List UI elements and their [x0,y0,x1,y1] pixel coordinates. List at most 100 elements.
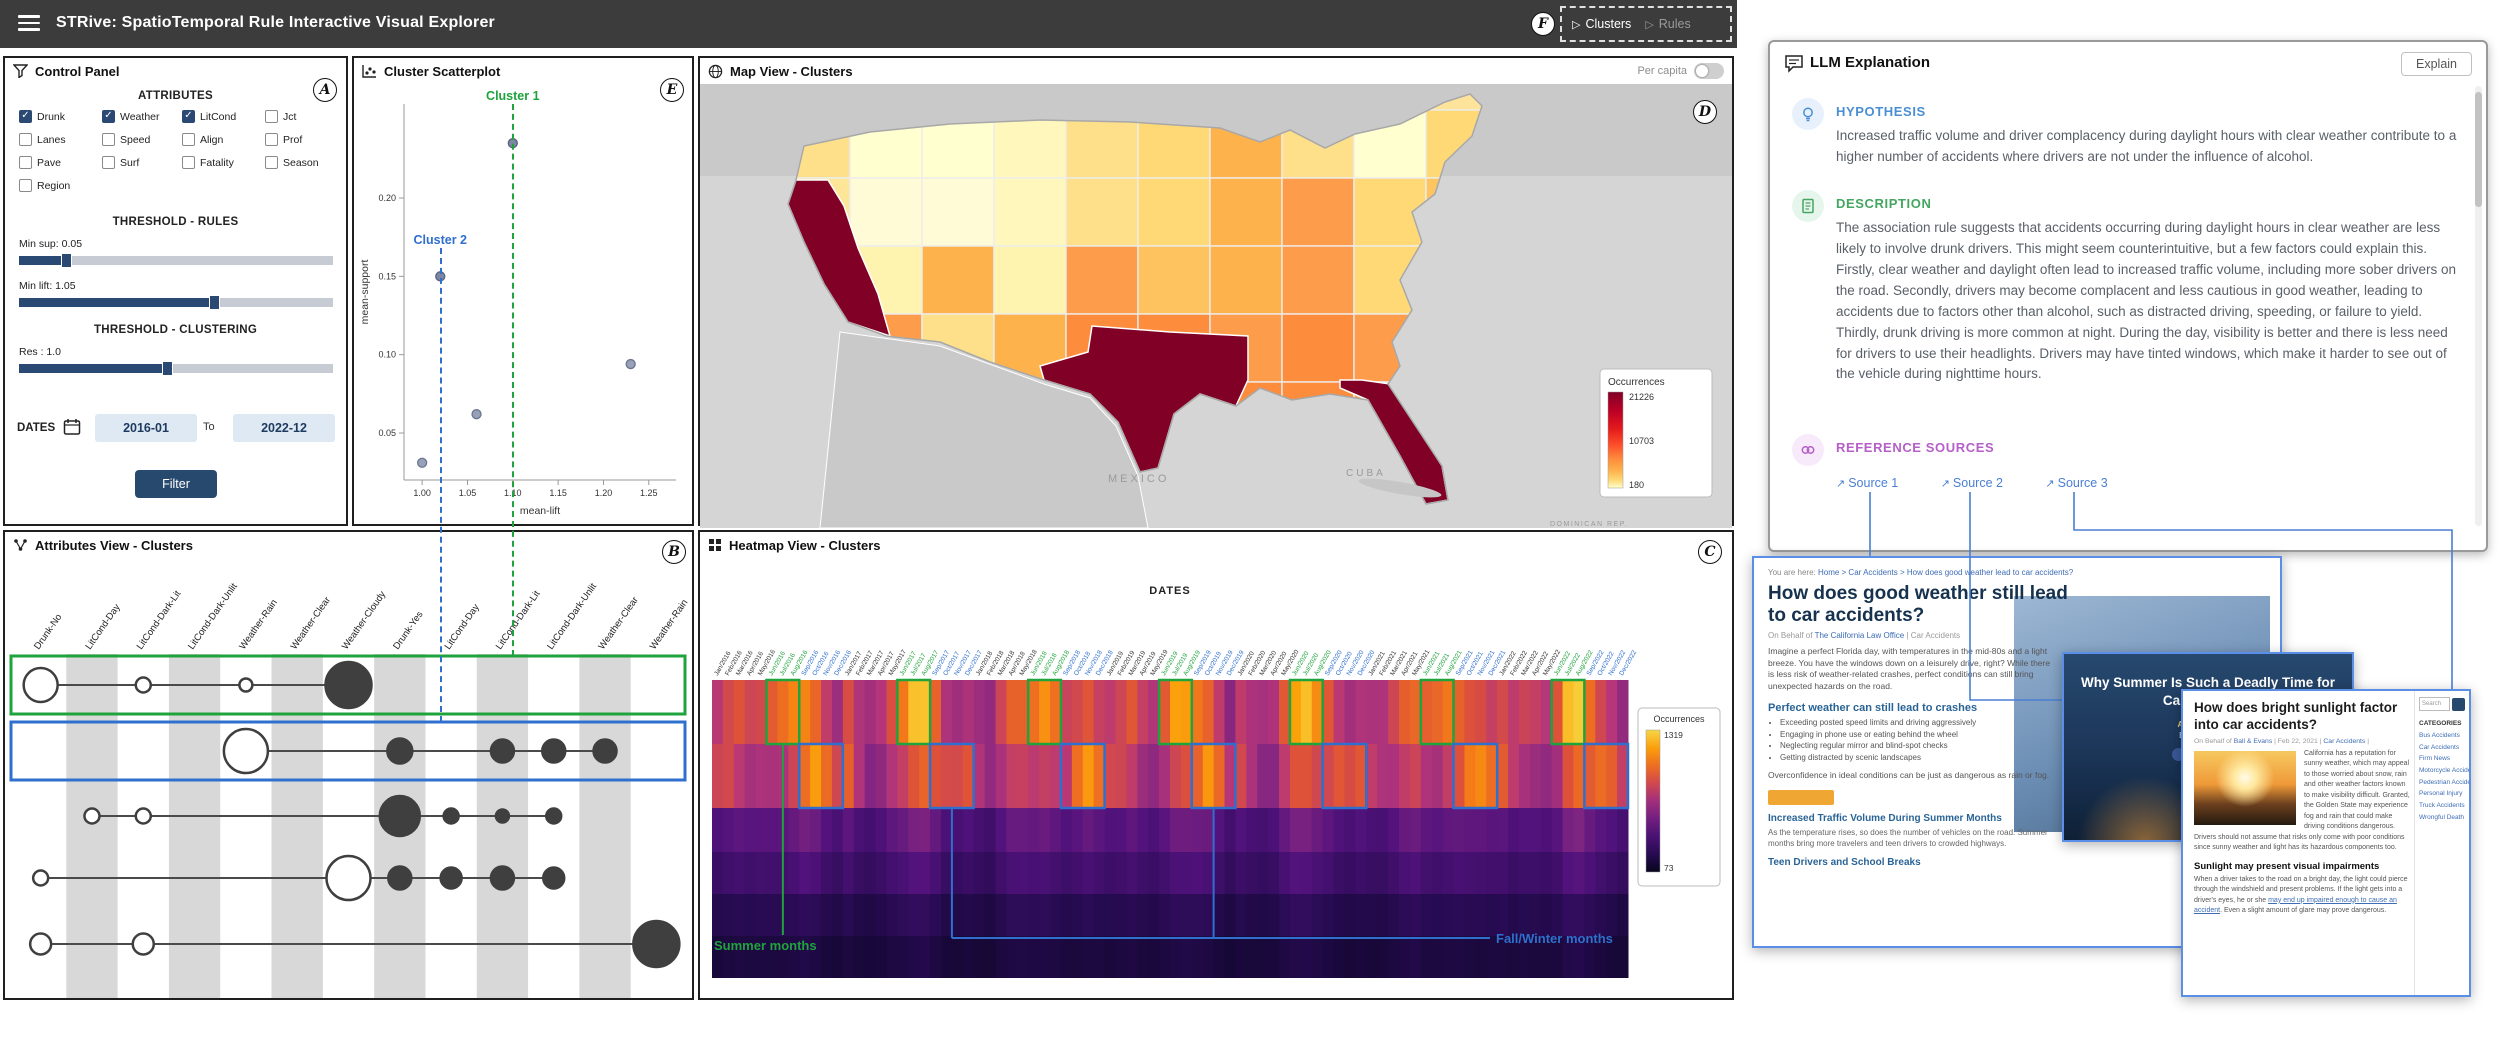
category-link[interactable]: Bus Accidents [2419,730,2465,742]
scatter-points[interactable] [418,360,636,468]
checkbox-box[interactable]: ✓ [102,110,115,123]
checkbox-box[interactable] [19,133,32,146]
panel-title: Attributes View - Clusters [35,538,193,553]
attribute-checkbox-litcond[interactable]: ✓LitCond [182,110,265,123]
category-link[interactable]: Truck Accidents [2419,800,2465,812]
choropleth-map[interactable]: MEXICOCUBADOMINICAN REP.Occurrences21226… [700,84,1732,528]
attribute-checkbox-lanes[interactable]: Lanes [19,133,102,146]
toggle-rules[interactable]: ▷Rules [1645,17,1690,31]
attribute-column-label: LitCond-Dark-Unlit [545,581,599,652]
res-label: Res : 1.0 [19,346,61,358]
scrollbar[interactable] [2475,86,2482,526]
category-link[interactable]: Pedestrian Accidents [2419,777,2465,789]
attributes-heading: ATTRIBUTES [5,90,346,102]
per-capita-label: Per capita [1637,65,1687,77]
source-1-link[interactable]: ↗Source 1 [1836,476,1898,490]
attribute-checkbox-weather[interactable]: ✓ Weather [102,110,182,123]
llm-explanation-panel: LLM Explanation Explain HYPOTHESIS Incre… [1768,40,2488,552]
menu-icon[interactable] [18,15,40,33]
attribute-checkbox-jct[interactable]: Jct [265,110,331,123]
scrollbar-thumb[interactable] [2475,92,2482,207]
attribute-checkbox-drunk[interactable]: ✓ Drunk [19,110,102,123]
attribute-checkbox-season[interactable]: Season [265,156,331,169]
checkbox-label: Weather [120,111,160,123]
checkbox-box[interactable]: ✓ [19,110,32,123]
attribute-checkbox-speed[interactable]: Speed [102,133,182,146]
filter-button[interactable]: Filter [135,470,217,498]
per-capita-toggle[interactable] [1694,63,1724,79]
date-from-input[interactable]: 2016-01 [95,414,197,442]
checkbox-box[interactable] [102,133,115,146]
attribute-checkbox-prof[interactable]: Prof [265,133,331,146]
min-sup-slider[interactable] [19,256,333,265]
scatterplot-chart[interactable]: 1.001.051.101.151.201.250.050.100.150.20… [354,84,692,528]
cta-badge[interactable] [1768,790,1834,805]
map-view-panel: Map View - Clusters Per capita MEXICOCUB… [698,56,1734,526]
svg-text:0.05: 0.05 [378,428,396,438]
checkbox-box[interactable] [265,156,278,169]
attributes-checkbox-grid[interactable]: ✓ Drunk ✓ Weather ✓LitCondJct LanesSpeedAlign… [19,110,337,192]
category-link[interactable]: Personal Injury [2419,788,2465,800]
svg-text:mean-support: mean-support [359,260,371,325]
attributes-matrix[interactable]: Drunk-NoLitCond-DayLitCond-Dark-LitLitCo… [5,558,692,1002]
slider-handle[interactable] [209,295,220,310]
checkbox-label: Fatality [200,157,234,169]
search-input[interactable]: Search [2419,697,2450,711]
checkbox-box[interactable] [265,110,278,123]
slider-handle[interactable] [162,361,173,376]
app-title: STRive: SpatioTemporal Rule Interactive … [56,14,495,32]
article-section-link[interactable]: Teen Drivers and School Breaks [1768,857,2056,868]
checkbox-box[interactable] [19,179,32,192]
checkbox-box[interactable]: ✓ [182,110,195,123]
checkbox-box[interactable] [19,156,32,169]
checkbox-box[interactable] [102,156,115,169]
category-link[interactable]: Car Accidents [2419,742,2465,754]
category-link[interactable]: Wrongful Death [2419,812,2465,824]
article-subheading: Sunlight may present visual impairments [2194,861,2410,872]
search-button[interactable] [2452,698,2465,711]
attribute-checkbox-align[interactable]: Align [182,133,265,146]
svg-text:mean-lift: mean-lift [520,505,560,517]
dates-heading: DATES [17,422,55,434]
svg-text:Occurrences: Occurrences [1653,714,1705,724]
filter-icon [13,64,28,78]
byline-firm-link[interactable]: The California Law Office [1815,631,1905,640]
description-heading: DESCRIPTION [1836,196,1931,211]
annotation-c: C [1698,540,1722,564]
svg-text:0.10: 0.10 [378,350,396,360]
byline-firm-link[interactable]: Ball & Evans [2234,738,2273,745]
svg-text:1319: 1319 [1664,730,1683,740]
slider-handle[interactable] [61,253,72,268]
checkbox-box[interactable] [182,133,195,146]
checkbox-box[interactable] [182,156,195,169]
date-to-input[interactable]: 2022-12 [233,414,335,442]
attribute-checkbox-pave[interactable]: Pave [19,156,102,169]
res-slider[interactable] [19,364,333,373]
source-3-link[interactable]: ↗Source 3 [2045,476,2107,490]
byline-category-link[interactable]: Car Accidents [2323,738,2365,745]
column-stripe [169,654,220,998]
breadcrumb-links[interactable]: Home > Car Accidents > How does good wea… [1818,568,2073,577]
explain-button[interactable]: Explain [2401,52,2472,76]
heatmap-chart[interactable]: DATESJan/2016Feb/2016Mar/2016Apr/2016May… [700,558,1732,1002]
min-lift-label: Min lift: 1.05 [19,280,76,292]
attribute-checkbox-region[interactable]: Region [19,179,102,192]
checkbox-box[interactable] [265,133,278,146]
checkbox-label: Drunk [37,111,65,123]
view-toggle[interactable]: ▷Clusters ▷Rules [1560,6,1732,42]
panel-title: Heatmap View - Clusters [729,538,880,553]
toggle-clusters[interactable]: ▷Clusters [1572,17,1631,31]
source-2-link[interactable]: ↗Source 2 [1941,476,2003,490]
heatmap-cells[interactable] [712,680,1629,978]
category-link[interactable]: Motorcycle Accidents [2419,765,2465,777]
external-link-icon: ↗ [1941,478,1950,490]
min-lift-slider[interactable] [19,298,333,307]
cluster-label: Cluster 1 [486,89,540,103]
category-link[interactable]: Firm News [2419,753,2465,765]
attribute-checkbox-fatality[interactable]: Fatality [182,156,265,169]
top-bar: STRive: SpatioTemporal Rule Interactive … [0,0,1737,48]
attribute-column-label: Drunk-No [32,612,64,652]
panel-title: Map View - Clusters [730,64,853,79]
article-section-link[interactable]: Increased Traffic Volume During Summer M… [1768,813,2056,824]
attribute-checkbox-surf[interactable]: Surf [102,156,182,169]
